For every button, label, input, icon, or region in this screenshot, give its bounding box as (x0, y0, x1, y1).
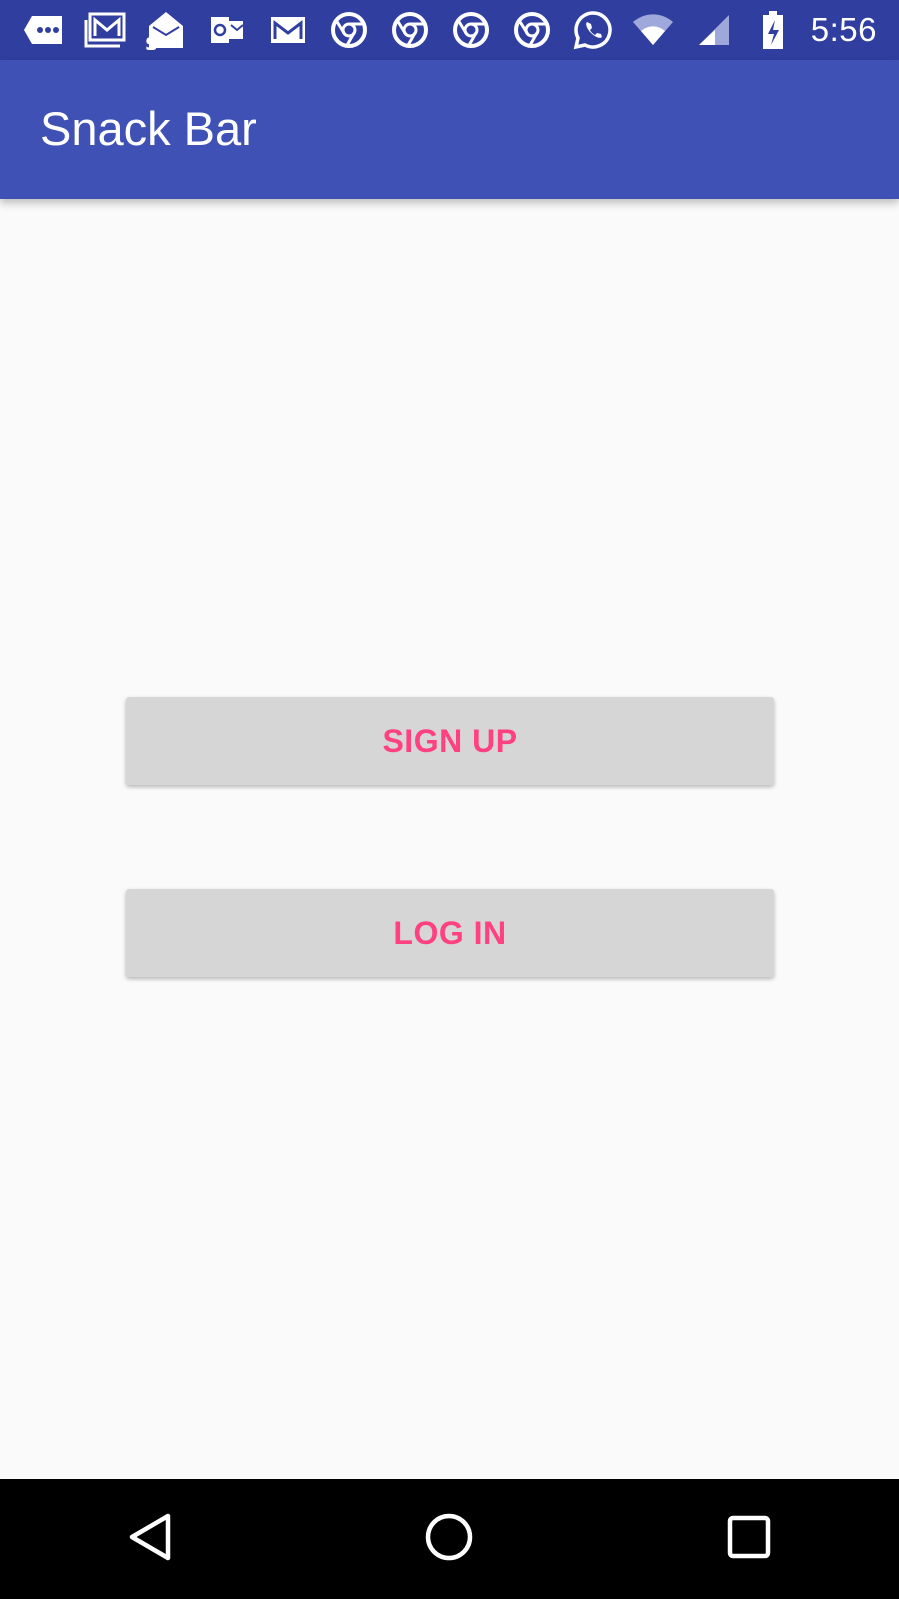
svg-text:S: S (145, 34, 158, 50)
recents-icon (727, 1515, 771, 1564)
home-icon (424, 1512, 474, 1567)
chrome-icon (449, 8, 493, 52)
navigation-bar (0, 1479, 899, 1599)
app-bar: Snack Bar (0, 60, 899, 199)
cell-signal-icon (691, 8, 735, 52)
recents-button[interactable] (689, 1479, 809, 1599)
gmail-icon (83, 8, 127, 52)
whatsapp-icon (571, 8, 615, 52)
battery-charging-icon (751, 8, 795, 52)
home-button[interactable] (389, 1479, 509, 1599)
chrome-icon (388, 8, 432, 52)
status-time: 5:56 (810, 11, 877, 48)
sms-mail-icon: S (144, 8, 188, 52)
chrome-icon (327, 8, 371, 52)
sign-up-button[interactable]: SIGN UP (126, 697, 774, 785)
outlook-icon (205, 8, 249, 52)
back-button[interactable] (90, 1479, 210, 1599)
chrome-icon (510, 8, 554, 52)
status-bar: S 5:56 (0, 0, 899, 60)
wifi-icon (631, 8, 675, 52)
chat-bubble-icon (22, 8, 66, 52)
log-in-button[interactable]: LOG IN (126, 889, 774, 977)
app-title: Snack Bar (40, 101, 257, 155)
main-content: SIGN UP LOG IN (0, 199, 899, 1479)
notification-icons: S (0, 8, 615, 52)
system-icons: 5:56 (631, 8, 899, 52)
gmail-icon (266, 8, 310, 52)
back-icon (126, 1512, 174, 1567)
